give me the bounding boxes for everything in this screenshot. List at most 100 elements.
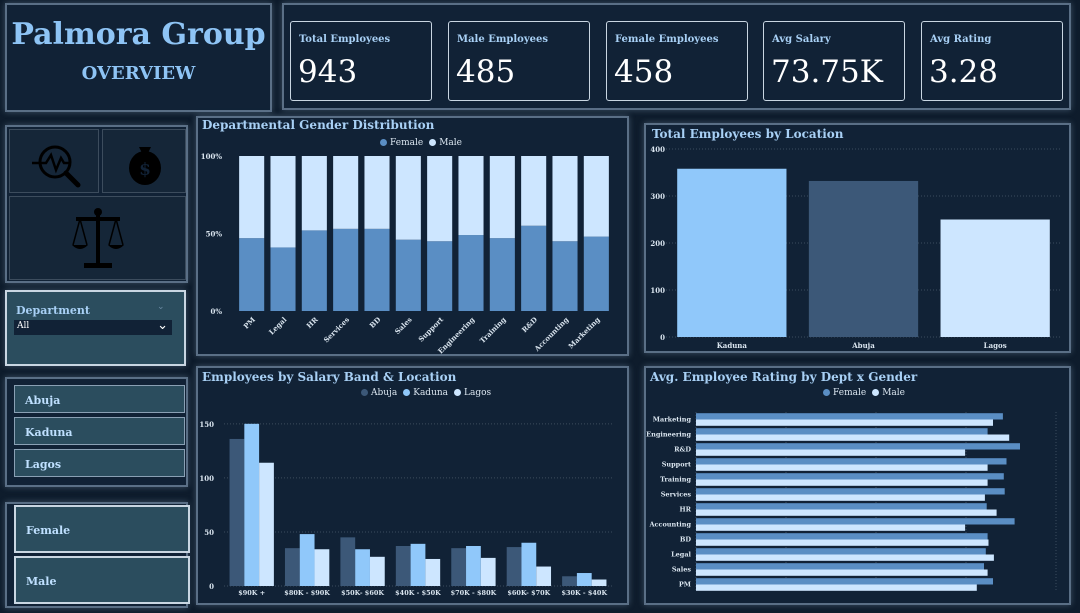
bar-lagos: [536, 566, 552, 586]
bar-male: [270, 156, 296, 248]
y-tick-label: 100: [650, 286, 665, 295]
kpi-value: 3.28: [929, 54, 999, 90]
bar-female: [696, 578, 993, 585]
bar-male: [333, 156, 359, 229]
x-tick-label: $70K - $80K: [451, 589, 497, 597]
y-tick-label: Legal: [671, 551, 691, 559]
x-tick-label: Abuja: [851, 341, 875, 350]
y-tick-label: 50%: [206, 230, 223, 239]
bar-female: [270, 247, 296, 311]
kpi-value: 73.75K: [771, 54, 883, 90]
bar-male: [696, 584, 977, 591]
kpi-value: 458: [614, 54, 674, 90]
bar-female: [696, 548, 986, 555]
y-tick-label: Marketing: [653, 416, 692, 424]
rating-chart: Marketing Engineering R&D Support Training Se…: [646, 412, 1057, 592]
bar-female: [696, 428, 988, 435]
location-slicer: Abuja Kaduna Lagos: [5, 377, 188, 487]
x-tick-label: Sales: [393, 315, 414, 336]
y-tick-label: 50: [204, 528, 214, 537]
bar-male: [395, 156, 421, 240]
salary-nav-button[interactable]: $: [102, 129, 186, 193]
title-panel: Palmora Group OVERVIEW: [5, 3, 272, 112]
y-tick-label: Accounting: [649, 521, 692, 529]
salary-band-chart-panel: Employees by Salary Band & Location Abuj…: [196, 366, 629, 605]
gender-slicer: Female Male: [5, 502, 190, 608]
bar-kaduna: [576, 573, 592, 586]
bar-lagos: [314, 549, 330, 586]
gender-option-female[interactable]: Female: [14, 505, 190, 553]
y-tick-label: BD: [680, 536, 691, 544]
x-tick-label: R&D: [520, 315, 539, 334]
bar-male: [583, 156, 609, 237]
bar-female: [552, 241, 578, 311]
y-tick-label: 100%: [201, 152, 223, 161]
balance-nav-button[interactable]: [9, 196, 186, 280]
gender-option-male[interactable]: Male: [14, 556, 190, 604]
bar-female: [427, 241, 453, 311]
kpi-label: Avg Rating: [930, 34, 992, 45]
bar-female: [696, 458, 1007, 465]
analytics-nav-button[interactable]: [9, 129, 99, 193]
location-option-kaduna[interactable]: Kaduna: [14, 417, 185, 445]
icon-nav-panel: $: [5, 125, 188, 283]
bar-male: [696, 524, 966, 531]
bar-female: [696, 518, 1015, 525]
y-tick-label: Support: [662, 461, 691, 469]
kpi-card-avg-rating: Avg Rating 3.28: [921, 21, 1063, 101]
bar-kaduna: [521, 542, 537, 586]
bar-male: [458, 156, 484, 236]
bar-kaduna: [410, 543, 426, 586]
bar-lagos: [425, 558, 441, 586]
chevron-down-icon[interactable]: ⌄: [157, 302, 165, 312]
bar-male: [696, 569, 988, 576]
bar-female: [458, 235, 484, 311]
y-tick-label: Engineering: [646, 431, 691, 439]
y-tick-label: 100: [199, 474, 214, 483]
kpi-card-avg-salary: Avg Salary 73.75K: [763, 21, 905, 101]
bar-abuja: [562, 576, 577, 586]
bar-female: [301, 230, 327, 311]
bar-abuja: [808, 180, 919, 337]
bar-female: [696, 443, 1020, 450]
x-tick-label: Services: [322, 315, 351, 344]
bar-kaduna: [299, 534, 315, 586]
y-tick-label: 400: [650, 145, 665, 154]
kpi-card-male-employees: Male Employees 485: [448, 21, 590, 101]
bar-male: [521, 156, 547, 226]
bar-abuja: [395, 545, 411, 586]
location-option-lagos[interactable]: Lagos: [14, 449, 185, 477]
x-tick-label: $30K - $40K: [561, 589, 607, 597]
bar-lagos: [940, 219, 1050, 337]
location-option-abuja[interactable]: Abuja: [14, 385, 185, 413]
location-chart: 0 100 200 300 400 Kaduna Abuja Lagos: [650, 145, 1061, 350]
y-tick-label: 150: [199, 420, 214, 429]
bar-female: [521, 225, 547, 311]
kpi-panel: Total Employees 943 Male Employees 485 F…: [282, 3, 1071, 110]
bar-female: [696, 563, 984, 570]
bar-male: [696, 434, 1010, 441]
bar-male: [696, 554, 994, 561]
bar-female: [333, 228, 359, 311]
bar-male: [696, 494, 985, 501]
bar-male: [696, 419, 993, 426]
x-tick-label: Legal: [267, 315, 289, 337]
chevron-down-icon: ⌄: [157, 318, 168, 333]
bar-male: [696, 539, 989, 546]
kpi-label: Male Employees: [457, 34, 549, 45]
department-slicer-label: Department: [16, 304, 90, 317]
bar-male: [696, 464, 988, 471]
bar-female: [583, 236, 609, 311]
bar-lagos: [480, 557, 496, 586]
department-dropdown[interactable]: All ⌄: [14, 318, 172, 335]
money-bag-icon: $: [129, 147, 161, 185]
x-tick-label: Support: [416, 315, 445, 344]
y-tick-label: HR: [679, 506, 691, 514]
y-tick-label: 0%: [210, 307, 222, 316]
bar-female: [489, 238, 515, 311]
bar-abuja: [451, 548, 467, 586]
x-tick-label: Kaduna: [717, 341, 748, 350]
bar-male: [696, 449, 966, 456]
bar-female: [395, 239, 421, 311]
svg-text:$: $: [139, 160, 151, 180]
